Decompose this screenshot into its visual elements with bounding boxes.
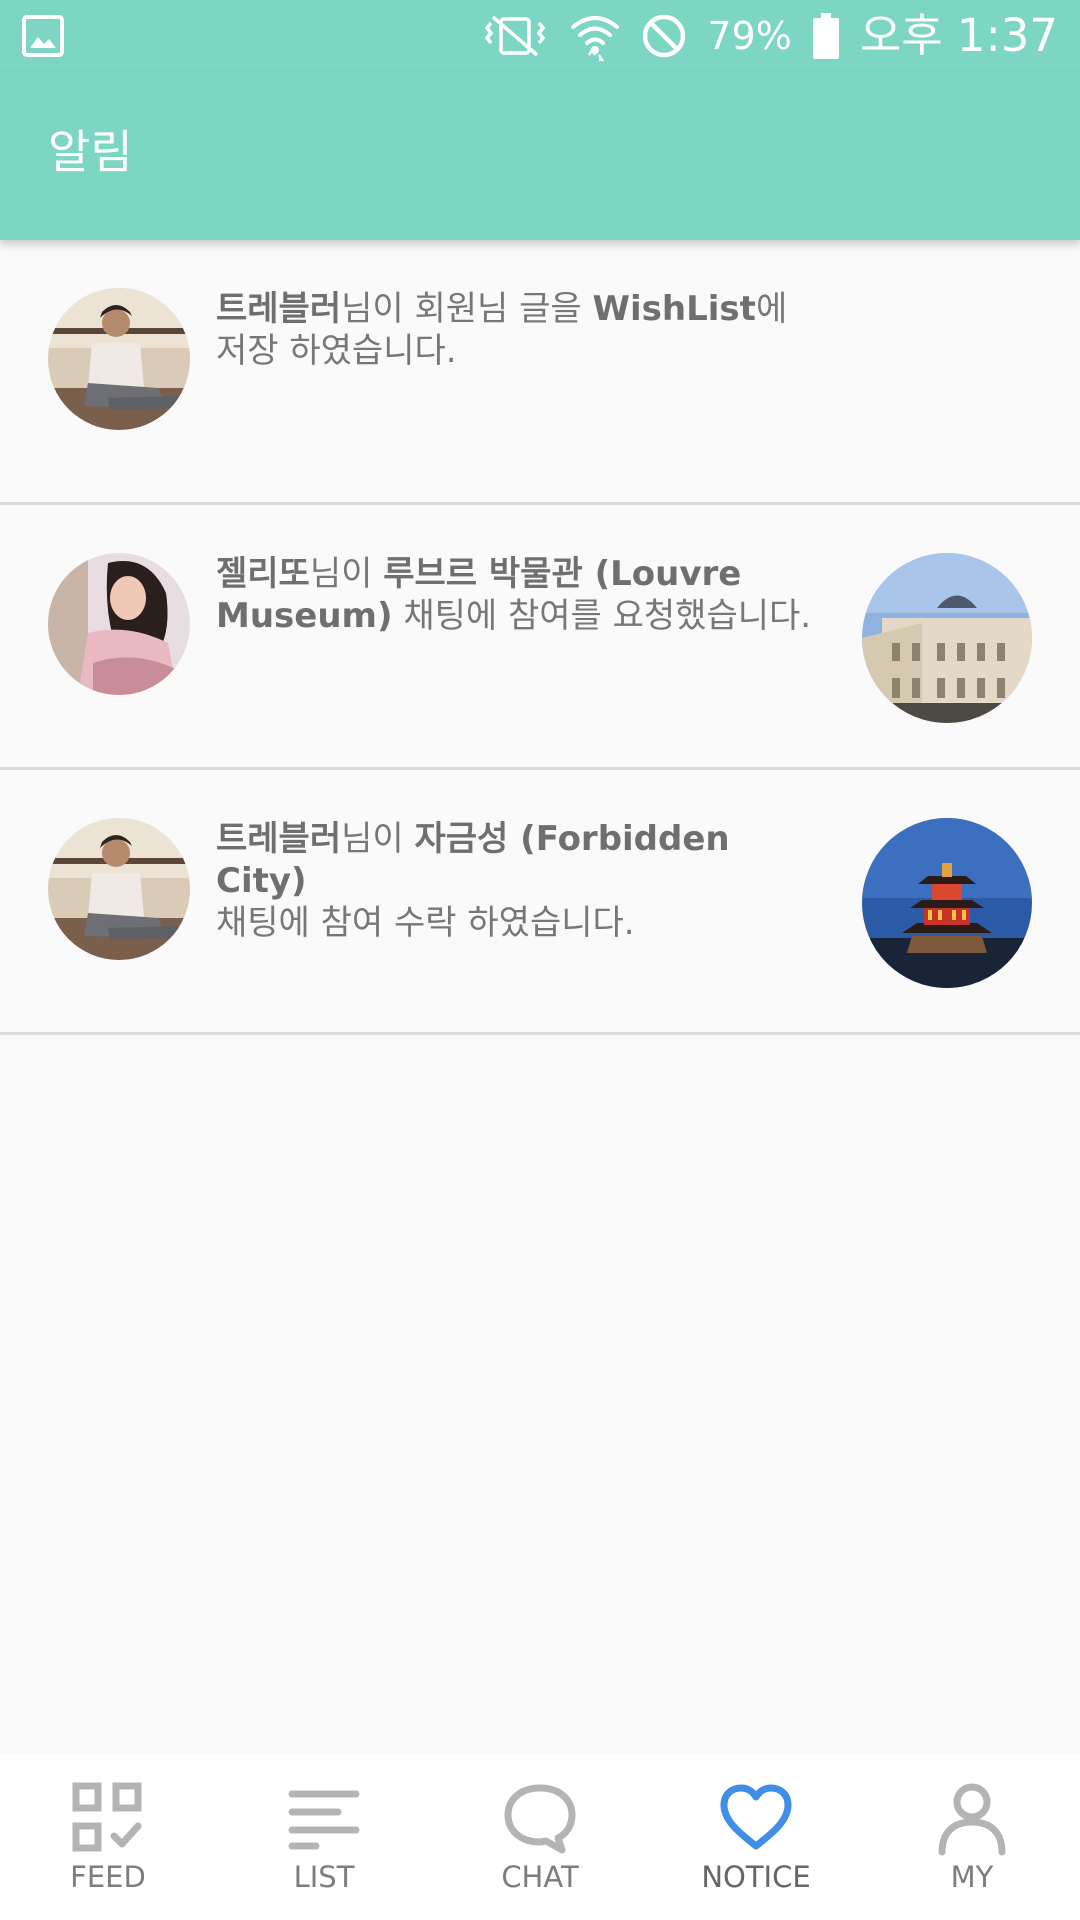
forbidden-city-thumbnail[interactable] [862, 818, 1032, 988]
nav-label: CHAT [501, 1860, 579, 1894]
notification-text: 트레블러님이 회원님 글을 WishList에 저장 하였습니다. [216, 289, 788, 371]
wifi-icon [571, 16, 620, 61]
status-bar: 79% 오후 1:37 [0, 0, 1080, 72]
vibrate-off-icon [485, 15, 546, 57]
image-icon [22, 15, 64, 57]
nav-label: LIST [293, 1860, 355, 1894]
nav-chat[interactable]: CHAT [432, 1754, 648, 1920]
nav-notice[interactable]: NOTICE [648, 1754, 864, 1920]
avatar[interactable] [48, 553, 190, 695]
notification-item[interactable]: 트레블러님이 회원님 글을 WishList에 저장 하였습니다. [0, 240, 1080, 505]
feed-grid-icon [72, 1782, 142, 1852]
notification-item[interactable]: 트레블러님이 자금성 (Forbidden City) 채팅에 참여 수락 하였습… [0, 770, 1080, 1035]
notification-text: 트레블러님이 자금성 (Forbidden City) 채팅에 참여 수락 하였습… [216, 819, 730, 943]
nav-feed[interactable]: FEED [0, 1754, 216, 1920]
person-icon [938, 1783, 1006, 1856]
nav-list[interactable]: LIST [216, 1754, 432, 1920]
notification-item[interactable]: 젤리또님이 루브르 박물관 (Louvre Museum) 채팅에 참여를 요청… [0, 505, 1080, 770]
nav-label: MY [950, 1860, 994, 1894]
clock: 오후 1:37 [859, 9, 1058, 62]
battery-percent: 79% [707, 14, 792, 58]
app-bar: 알림 [0, 72, 1080, 240]
chat-bubble-icon [504, 1784, 576, 1854]
louvre-thumbnail[interactable] [862, 553, 1032, 723]
nav-label: NOTICE [701, 1860, 811, 1894]
avatar[interactable] [48, 288, 190, 430]
heart-icon [720, 1784, 792, 1850]
battery-icon [812, 13, 839, 59]
avatar[interactable] [48, 818, 190, 960]
notification-list: 트레블러님이 회원님 글을 WishList에 저장 하였습니다. 젤리또님이 루… [0, 240, 1080, 1035]
list-lines-icon [288, 1790, 360, 1850]
notification-text: 젤리또님이 루브르 박물관 (Louvre Museum) 채팅에 참여를 요청… [216, 554, 812, 636]
bottom-navigation: FEED LIST CHAT NOTICE MY [0, 1754, 1080, 1920]
nav-my[interactable]: MY [864, 1754, 1080, 1920]
nav-label: FEED [70, 1860, 146, 1894]
do-not-disturb-icon [643, 14, 686, 58]
page-title: 알림 [48, 125, 133, 179]
